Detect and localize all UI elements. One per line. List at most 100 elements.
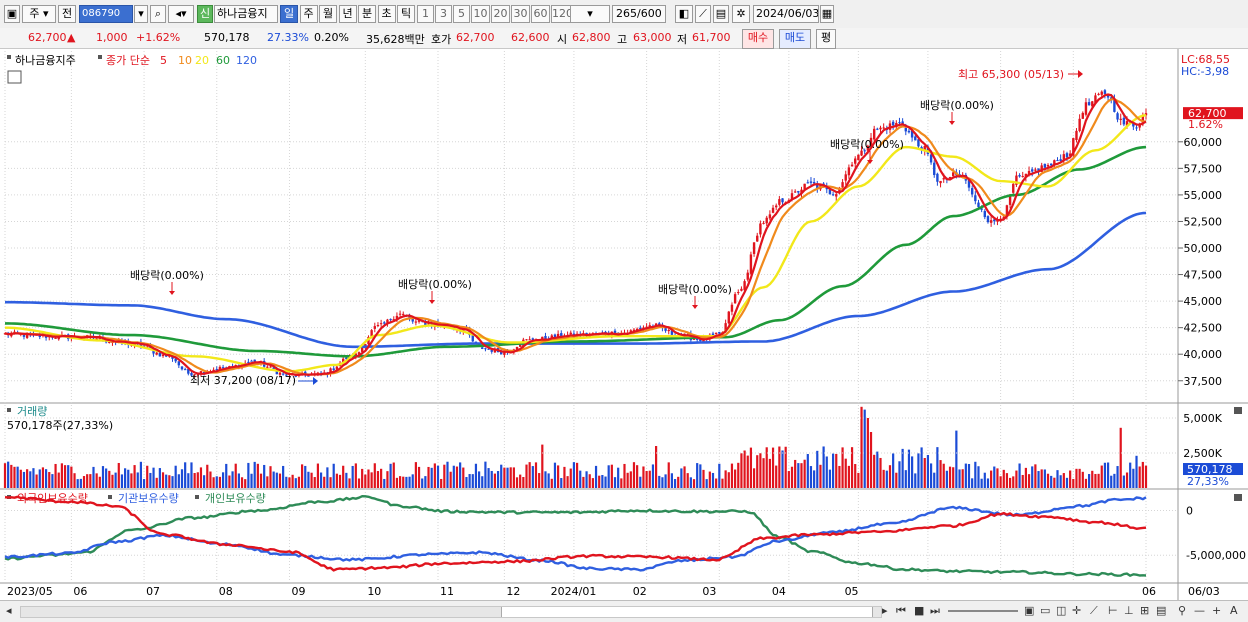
volume-bar-36 [117, 462, 120, 488]
volume-bar-279 [885, 470, 888, 488]
period-tab-3[interactable]: 년 [338, 5, 357, 23]
interval-button-3[interactable]: 3 [435, 5, 452, 23]
speaker-icon[interactable]: ◂▾ [168, 5, 194, 23]
scroll-right-icon[interactable]: ▸ [882, 604, 888, 617]
volume-close-icon[interactable] [1234, 407, 1242, 414]
candle-353 [1119, 118, 1122, 120]
candle-265 [841, 182, 844, 188]
x-tick-label-12: 05 [845, 585, 859, 598]
zoom-out-icon[interactable]: — [1194, 604, 1205, 617]
volume-bar-282 [895, 472, 898, 488]
avg-button[interactable]: 평 [816, 29, 836, 49]
data-count[interactable]: 265/600 [612, 5, 666, 23]
period-tab-6[interactable]: 틱 [397, 5, 415, 23]
candle-122 [389, 318, 392, 320]
volume-bar-201 [639, 476, 642, 488]
date-input[interactable]: 2024/06/03 [753, 5, 819, 23]
settings-gear-icon[interactable]: ✲ [732, 5, 750, 23]
ruler-icon[interactable]: ⊥ [1124, 604, 1134, 617]
volume-bar-111 [354, 463, 357, 488]
interval-button-30[interactable]: 30 [511, 5, 530, 23]
interval-button-10[interactable]: 10 [471, 5, 490, 23]
scroll-left-icon[interactable]: ◂ [6, 604, 12, 617]
volume-last-pct: 27,33% [1187, 475, 1229, 488]
volume-bar-202 [642, 466, 645, 488]
candle-152 [484, 348, 487, 350]
volume-bar-124 [395, 477, 399, 488]
scrollbar-thumb[interactable] [501, 607, 873, 617]
first-page-icon[interactable]: ⏮ [896, 604, 906, 618]
candle-224 [711, 333, 715, 336]
search-icon[interactable]: ⌕ [150, 5, 166, 23]
volume-bar-337 [1069, 470, 1072, 488]
volume-bar-106 [338, 474, 342, 488]
calendar-icon[interactable]: ▦ [820, 5, 834, 23]
period-tab-5[interactable]: 초 [377, 5, 396, 23]
interval-button-5[interactable]: 5 [453, 5, 470, 23]
draw-tools-icon[interactable]: ⟋ [695, 5, 711, 23]
volume-bar-357 [1132, 468, 1135, 488]
split-icon[interactable]: ◫ [1056, 604, 1066, 617]
volume-bar-8 [29, 471, 32, 488]
volume-bar-114 [364, 474, 367, 488]
price-tick-label-5: 47,500 [1184, 269, 1223, 282]
high-label: 고 [617, 33, 628, 46]
chart-menu-icon[interactable]: ▣ [4, 5, 20, 23]
grid-icon[interactable]: ⊞ [1140, 604, 1149, 617]
candle-297 [942, 178, 945, 180]
volume-bar-291 [923, 458, 926, 488]
stock-code-input[interactable]: 086790 [79, 5, 133, 23]
volume-bar-38 [124, 468, 127, 488]
table-icon[interactable]: ▤ [1156, 604, 1166, 617]
bid-price: 62,600 [511, 31, 550, 44]
font-size-icon[interactable]: A [1230, 604, 1238, 617]
code-dropdown-icon[interactable]: ▾ [134, 5, 148, 23]
holding-bullet-icon-1 [108, 495, 112, 499]
period-tab-0[interactable]: 일 [280, 5, 298, 23]
measure-icon[interactable]: ⊢ [1108, 604, 1118, 617]
candle-276 [876, 128, 879, 130]
window-icon[interactable]: ▭ [1040, 604, 1050, 617]
candle-346 [1097, 93, 1100, 95]
candle-330 [1046, 165, 1050, 167]
volume-bar-261 [828, 469, 832, 488]
candle-266 [844, 174, 847, 181]
holding-close-icon[interactable] [1234, 494, 1242, 501]
zoom-in-icon[interactable]: + [1212, 604, 1221, 617]
volume: 570,178 [204, 31, 250, 44]
period-mode-select[interactable]: 주 ▾ [22, 5, 56, 23]
buy-button[interactable]: 매수 [742, 29, 774, 49]
interval-button-1[interactable]: 1 [417, 5, 434, 23]
volume-bar-57 [184, 462, 187, 488]
chart-tools-icon[interactable]: ◧ [675, 5, 693, 23]
sell-button[interactable]: 매도 [779, 29, 811, 49]
interval-button-60[interactable]: 60 [531, 5, 550, 23]
candle-288 [914, 136, 917, 141]
period-tab-1[interactable]: 주 [299, 5, 318, 23]
stock-chart[interactable]: 60,000 57,500 55,000 52,500 50,000 47,500 45,0… [0, 49, 1248, 600]
candle-269 [854, 158, 857, 164]
prev-button[interactable]: 전 [58, 5, 76, 23]
volume-bar-198 [629, 471, 632, 488]
volume-bar-205 [651, 464, 655, 488]
candle-295 [936, 173, 939, 182]
interval-button-120[interactable]: 120 [551, 5, 572, 23]
volume-bar-113 [361, 468, 364, 488]
interval-button-20[interactable]: 20 [491, 5, 510, 23]
volume-bar-361 [1144, 465, 1148, 488]
interval-dropdown[interactable]: ▾ [570, 5, 610, 23]
period-tab-4[interactable]: 분 [358, 5, 376, 23]
trendline-icon[interactable]: ⟋ [1090, 604, 1098, 618]
period-tab-2[interactable]: 월 [319, 5, 337, 23]
layout-icon[interactable]: ▣ [1024, 604, 1034, 617]
candle-326 [1034, 169, 1037, 171]
magnifier-icon[interactable]: ⚲ [1178, 604, 1186, 617]
last-page-icon[interactable]: ⏭ [930, 604, 940, 618]
low-label: 저 [677, 33, 688, 46]
volume-bar-87 [278, 473, 282, 488]
zoom-slider[interactable] [948, 610, 1018, 612]
crosshair-icon[interactable]: ✛ [1072, 604, 1081, 617]
stop-icon[interactable]: ■ [914, 604, 924, 617]
save-icon[interactable]: ▤ [713, 5, 729, 23]
chart-scrollbar[interactable] [20, 606, 882, 618]
